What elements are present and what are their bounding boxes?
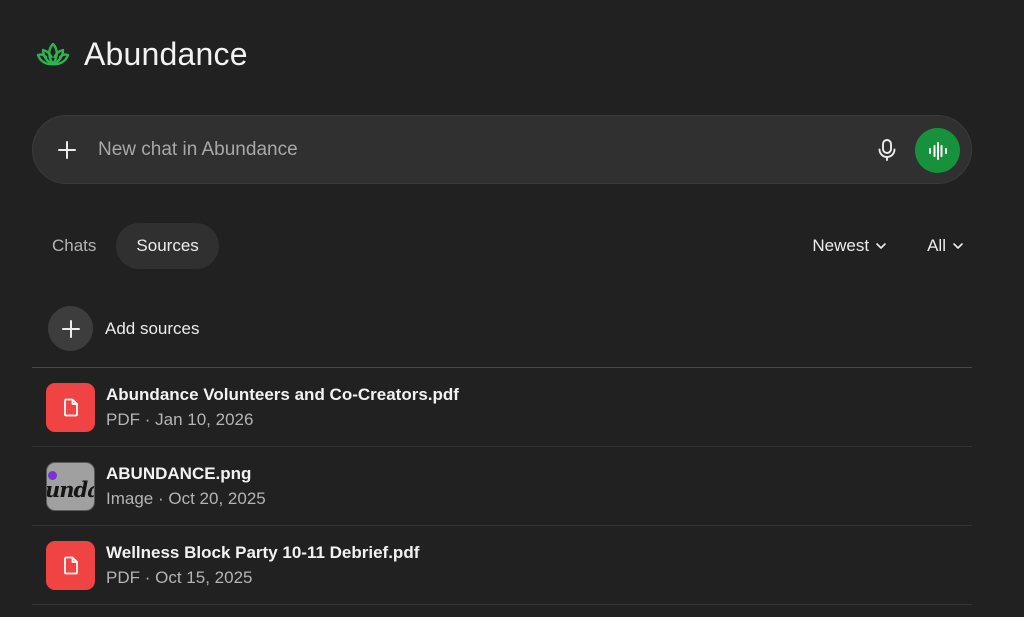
plus-icon (48, 306, 93, 351)
source-date: Oct 20, 2025 (168, 488, 266, 508)
separator: · (144, 567, 151, 587)
project-title: Abundance (84, 36, 248, 72)
thumbnail-lettering: unda (46, 476, 94, 502)
list-item[interactable]: Wellness Block Party 10-11 Debrief.pdf P… (32, 526, 972, 605)
source-kind: Image (106, 488, 154, 508)
chevron-down-icon (953, 243, 963, 249)
source-kind: PDF (106, 409, 140, 429)
source-details: PDF · Oct 15, 2025 (106, 568, 419, 588)
source-meta: ABUNDANCE.png Image · Oct 20, 2025 (106, 464, 266, 509)
project-tabs: Chats Sources (32, 223, 219, 269)
voice-mode-button[interactable] (915, 128, 960, 173)
source-meta: Abundance Volunteers and Co-Creators.pdf… (106, 385, 459, 430)
source-name: Abundance Volunteers and Co-Creators.pdf (106, 384, 459, 404)
attach-plus-button[interactable] (53, 136, 81, 164)
page-header: Abundance (36, 36, 248, 73)
source-details: Image · Oct 20, 2025 (106, 489, 266, 509)
pdf-file-icon (46, 382, 95, 432)
separator: · (157, 488, 164, 508)
list-item[interactable]: Abundance Volunteers and Co-Creators.pdf… (32, 368, 972, 447)
source-name: ABUNDANCE.png (106, 463, 252, 483)
separator: · (144, 409, 151, 429)
source-details: PDF · Jan 10, 2026 (106, 410, 459, 430)
type-filter-dropdown[interactable]: All (919, 236, 972, 256)
add-sources-button[interactable]: Add sources (48, 306, 200, 351)
sort-label: Newest (812, 236, 870, 255)
chevron-down-icon (876, 243, 886, 249)
source-meta: Wellness Block Party 10-11 Debrief.pdf P… (106, 543, 419, 588)
tab-sources[interactable]: Sources (116, 223, 219, 269)
sort-dropdown[interactable]: Newest (804, 236, 895, 256)
source-name: Wellness Block Party 10-11 Debrief.pdf (106, 542, 420, 562)
tab-chats[interactable]: Chats (32, 223, 116, 269)
chat-composer (32, 115, 972, 184)
sources-list: Abundance Volunteers and Co-Creators.pdf… (32, 368, 972, 605)
waveform-icon (928, 141, 947, 160)
list-filters: Newest All (804, 223, 972, 269)
image-thumbnail: unda (46, 461, 95, 511)
pdf-file-icon (46, 540, 95, 590)
thumbnail-dot (48, 470, 57, 480)
new-chat-input[interactable] (98, 134, 858, 166)
type-filter-label: All (927, 236, 946, 255)
source-date: Oct 15, 2025 (155, 567, 253, 587)
lotus-icon (36, 38, 70, 72)
source-date: Jan 10, 2026 (155, 409, 254, 429)
add-sources-label: Add sources (105, 318, 200, 338)
list-item[interactable]: unda ABUNDANCE.png Image · Oct 20, 2025 (32, 447, 972, 526)
microphone-icon[interactable] (873, 136, 901, 164)
source-kind: PDF (106, 567, 140, 587)
